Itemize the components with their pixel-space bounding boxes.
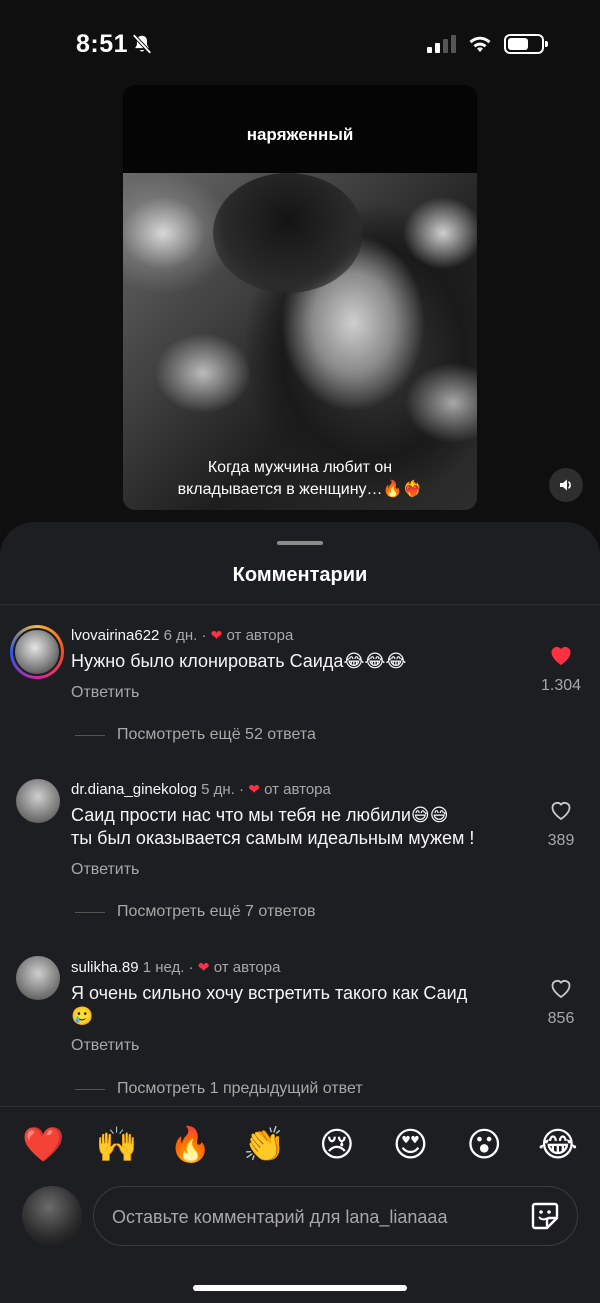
view-replies-button[interactable]: Посмотреть 1 предыдущий ответ <box>75 1080 363 1098</box>
reaction-crying[interactable]: 😢 <box>317 1125 357 1165</box>
signal-icon <box>427 35 456 53</box>
sheet-title: Комментарии <box>232 564 368 586</box>
view-replies-button[interactable]: Посмотреть ещё 7 ответов <box>75 903 316 921</box>
comment-text-line: Саид прости нас что мы тебя не любили😅😅 <box>71 805 449 825</box>
like-button[interactable]: 389 <box>531 799 591 850</box>
view-replies-label: Посмотреть 1 предыдущий ответ <box>117 1080 363 1097</box>
heart-icon <box>551 646 571 665</box>
comment-text-line: Я очень сильно хочу встретить такого как… <box>71 983 468 1003</box>
story-preview[interactable]: наряженный Когда мужчина любит он вклады… <box>123 85 477 510</box>
like-button[interactable]: 856 <box>531 977 591 1028</box>
reaction-fire[interactable]: 🔥 <box>169 1125 211 1165</box>
reply-button[interactable]: Ответить <box>71 861 139 879</box>
comment-header: dr.diana_ginekolog 5 дн. · ❤ от автора <box>71 781 331 798</box>
comment-age: 5 дн. <box>201 781 235 798</box>
wifi-icon <box>469 36 491 52</box>
comment-age: 1 нед. <box>142 959 185 976</box>
comment-header: lvovairina622 6 дн. · ❤ от автора <box>71 627 294 644</box>
status-bar: 8:51 <box>0 0 600 90</box>
sticker-icon[interactable] <box>529 1200 561 1232</box>
heart-icon: ❤ <box>197 959 210 975</box>
like-count: 389 <box>547 832 575 849</box>
bell-slash-icon <box>132 34 152 54</box>
like-count: 856 <box>547 1010 575 1027</box>
heart-icon <box>551 802 571 821</box>
home-indicator[interactable] <box>193 1285 407 1291</box>
author-tag: от автора <box>264 781 331 798</box>
comment-text: Саид прости нас что мы тебя не любили😅😅 … <box>71 804 531 850</box>
speaker-icon <box>560 479 571 491</box>
comment-input-placeholder: Оставьте комментарий для lana_lianaaa <box>112 1207 448 1227</box>
reaction-laughing[interactable]: 😂 <box>538 1125 578 1165</box>
comment-username[interactable]: dr.diana_ginekolog <box>71 781 197 798</box>
heart-icon: ❤ <box>248 781 260 797</box>
comment-input[interactable]: Оставьте комментарий для lana_lianaaa <box>93 1186 578 1246</box>
compose-divider <box>0 1106 600 1107</box>
comment-text-line: ты был оказывается самым идеальным мужем… <box>71 828 475 848</box>
avatar[interactable] <box>10 625 64 679</box>
story-caption: Когда мужчина любит он вкладывается в же… <box>123 457 477 501</box>
author-tag: от автора <box>226 627 294 644</box>
reaction-surprised[interactable]: 😮 <box>464 1125 504 1165</box>
comment-header: sulikha.89 1 нед. · ❤ от автора <box>71 959 281 976</box>
battery-icon <box>504 34 548 54</box>
heart-icon: ❤ <box>210 627 223 643</box>
comment-text-line: 🥲 <box>71 1006 94 1026</box>
comment-age: 6 дн. <box>163 627 198 644</box>
my-avatar <box>22 1186 82 1246</box>
reaction-raised-hands[interactable]: 🙌 <box>96 1125 138 1165</box>
comment-username[interactable]: lvovairina622 <box>71 627 159 644</box>
sound-toggle-button[interactable] <box>549 468 583 502</box>
reply-button[interactable]: Ответить <box>71 1037 139 1055</box>
comment-text: Нужно было клонировать Саида😂😂😂 <box>71 651 407 671</box>
sheet-divider <box>0 604 600 605</box>
story-caption-line: Когда мужчина любит он <box>207 459 393 476</box>
comment-username[interactable]: sulikha.89 <box>71 959 139 976</box>
author-tag: от автора <box>213 959 281 976</box>
status-time: 8:51 <box>76 30 129 58</box>
view-replies-button[interactable]: Посмотреть ещё 52 ответа <box>75 726 316 744</box>
reaction-heart[interactable]: ❤️ <box>22 1125 64 1165</box>
story-title: наряженный <box>246 125 354 144</box>
heart-icon <box>551 980 571 999</box>
like-count: 1.304 <box>540 677 582 694</box>
view-replies-label: Посмотреть ещё 52 ответа <box>117 726 316 743</box>
avatar[interactable] <box>16 779 60 823</box>
reply-button[interactable]: Ответить <box>71 684 139 702</box>
view-replies-label: Посмотреть ещё 7 ответов <box>117 903 316 920</box>
avatar[interactable] <box>16 956 60 1000</box>
reaction-heart-eyes[interactable]: 😍 <box>391 1125 431 1165</box>
story-caption-line: вкладывается в женщину…🔥❤️‍🔥 <box>177 481 423 498</box>
reaction-clap[interactable]: 👏 <box>243 1125 285 1165</box>
like-button[interactable]: 1.304 <box>531 644 591 695</box>
comment-text: Я очень сильно хочу встретить такого как… <box>71 982 531 1028</box>
quick-reactions-bar: ❤️ 🙌 🔥 👏 😢 😍 😮 😂 <box>0 1125 600 1165</box>
sheet-grabber[interactable] <box>277 541 323 545</box>
